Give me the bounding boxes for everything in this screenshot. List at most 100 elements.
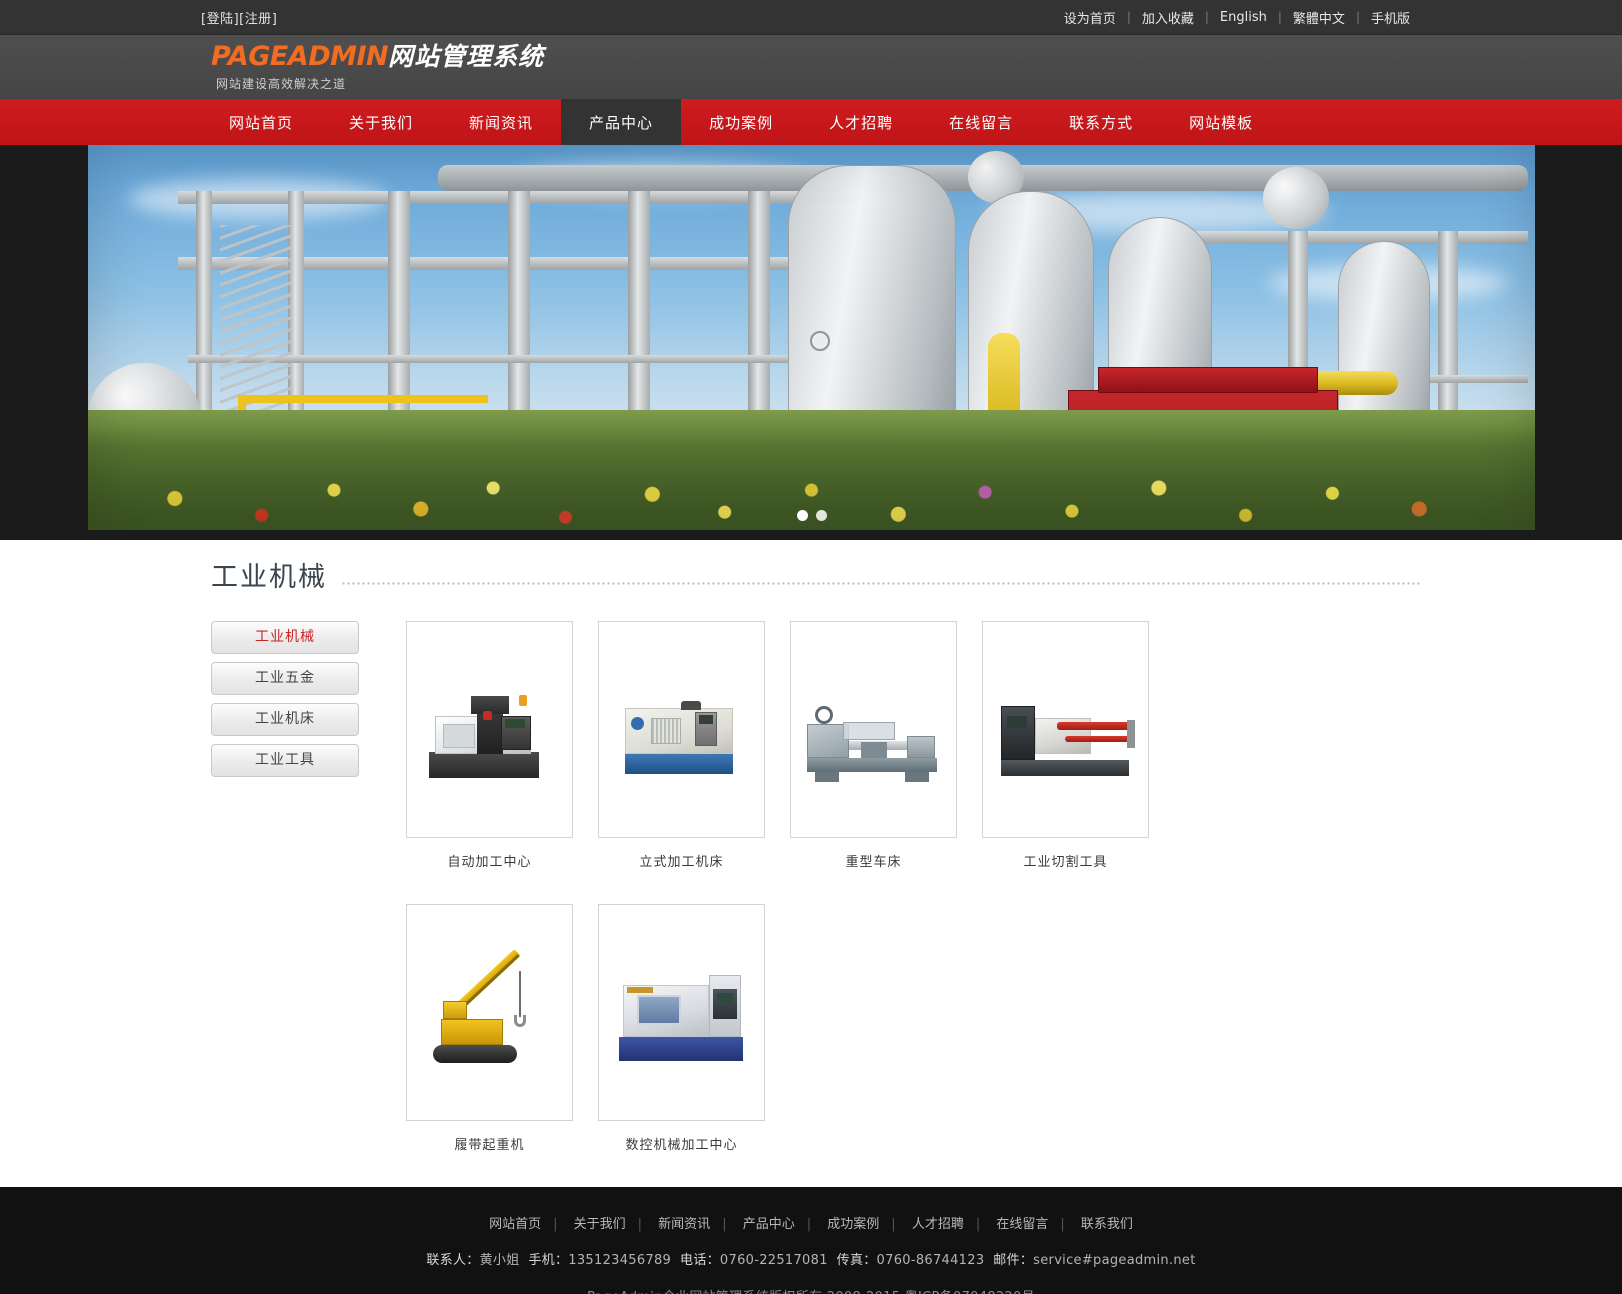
mobile-version-link[interactable]: 手机版 [1360, 8, 1421, 27]
contact-person-value: 黄小姐 [479, 1253, 520, 1268]
category-sidebar: 工业机械 工业五金 工业机床 工业工具 [201, 621, 391, 785]
crawler-crane-image [415, 948, 565, 1073]
mobile-value: 135123456789 [568, 1253, 672, 1268]
footer-link-message[interactable]: 在线留言 [984, 1217, 1060, 1232]
fax-value: 0760-86744123 [876, 1253, 985, 1268]
product-card[interactable]: 履带起重机 [406, 904, 598, 1153]
english-link[interactable]: English [1209, 10, 1278, 25]
footer-contact-line: 联系人：黄小姐 手机：135123456789 电话：0760-22517081… [191, 1249, 1431, 1268]
mobile-label: 手机： [528, 1253, 569, 1268]
logo-title-line: PAGEADMIN网站管理系统 [211, 43, 1421, 70]
utility-links: 设为首页 | 加入收藏 | English | 繁體中文 | 手机版 [1053, 8, 1421, 27]
footer-separator: | [806, 1217, 812, 1232]
logo-brand-en: PAGEADMIN [211, 40, 389, 72]
product-name: 重型车床 [845, 855, 902, 870]
content-area: 工业机械 工业机械 工业五金 工业机床 工业工具 自动加工中心 立式加工机床 重… [0, 540, 1622, 1187]
content-columns: 工业机械 工业五金 工业机床 工业工具 自动加工中心 立式加工机床 重型车床 工… [201, 621, 1421, 1187]
login-link[interactable]: [登陆] [201, 12, 239, 27]
product-row: 自动加工中心 立式加工机床 重型车床 工业切割工具 [406, 621, 1421, 870]
product-grid: 自动加工中心 立式加工机床 重型车床 工业切割工具 履带起重机 数控机械加工中心 [391, 621, 1421, 1187]
fax-label: 传真： [836, 1253, 877, 1268]
nav-item-contact[interactable]: 联系方式 [1041, 99, 1161, 145]
site-logo[interactable]: PAGEADMIN网站管理系统 网站建设高效解决之道 [201, 43, 1421, 92]
product-card[interactable]: 数控机械加工中心 [598, 904, 790, 1153]
carousel-dot-2[interactable] [815, 510, 827, 521]
copyright-text: PageAdmin企业网站管理系统版权所有 2008-2015 粤ICP备070… [191, 1286, 1431, 1294]
carousel-dot-1[interactable] [796, 510, 808, 521]
page-title: 工业机械 [211, 562, 327, 593]
logo-tagline: 网站建设高效解决之道 [216, 76, 347, 91]
top-utility-bar: [登陆][注册] 设为首页 | 加入收藏 | English | 繁體中文 | … [0, 0, 1622, 35]
register-link[interactable]: [注册] [239, 12, 277, 27]
nav-item-about[interactable]: 关于我们 [321, 99, 441, 145]
footer-link-contact[interactable]: 联系我们 [1069, 1217, 1145, 1232]
nav-item-news[interactable]: 新闻资讯 [441, 99, 561, 145]
footer-link-home[interactable]: 网站首页 [477, 1217, 553, 1232]
logo-brand-cn: 网站管理系统 [388, 41, 545, 71]
add-favorite-link[interactable]: 加入收藏 [1131, 8, 1205, 27]
footer-link-cases[interactable]: 成功案例 [815, 1217, 891, 1232]
hero-banner-carousel[interactable] [88, 145, 1535, 530]
traditional-chinese-link[interactable]: 繁體中文 [1282, 8, 1356, 27]
product-card[interactable]: 自动加工中心 [406, 621, 598, 870]
footer-separator: | [891, 1217, 896, 1232]
cutting-tool-image [991, 670, 1141, 790]
product-card[interactable]: 重型车床 [790, 621, 982, 870]
footer-link-about[interactable]: 关于我们 [562, 1217, 638, 1232]
nav-item-products[interactable]: 产品中心 [561, 99, 682, 145]
sidebar-item-industrial-machinery[interactable]: 工业机械 [211, 621, 359, 654]
cnc-machining-center-image [607, 953, 757, 1073]
product-image-frame[interactable] [598, 621, 765, 838]
product-name: 自动加工中心 [447, 855, 532, 870]
machining-center-image [415, 670, 565, 790]
nav-item-message[interactable]: 在线留言 [921, 99, 1041, 145]
footer-link-products[interactable]: 产品中心 [731, 1217, 807, 1232]
product-name: 数控机械加工中心 [625, 1138, 738, 1153]
account-links: [登陆][注册] [201, 8, 277, 27]
footer-separator: | [1060, 1217, 1065, 1232]
tel-label: 电话： [680, 1253, 720, 1268]
set-homepage-link[interactable]: 设为首页 [1053, 8, 1127, 27]
footer-navigation: 网站首页 | 关于我们 | 新闻资讯 | 产品中心 | 成功案例 | 人才招聘 | 在线留言… [191, 1213, 1431, 1232]
email-label: 邮件： [993, 1253, 1034, 1268]
product-row: 履带起重机 数控机械加工中心 [406, 904, 1421, 1153]
product-card[interactable]: 立式加工机床 [598, 621, 790, 870]
nav-item-jobs[interactable]: 人才招聘 [801, 99, 921, 145]
product-image-frame[interactable] [406, 621, 573, 838]
nav-item-home[interactable]: 网站首页 [201, 99, 321, 145]
product-card[interactable]: 工业切割工具 [982, 621, 1174, 870]
product-name: 履带起重机 [454, 1138, 525, 1153]
footer-link-news[interactable]: 新闻资讯 [646, 1217, 722, 1232]
tel-value: 0760-22517081 [719, 1253, 828, 1268]
product-name: 立式加工机床 [639, 855, 724, 870]
footer-link-jobs[interactable]: 人才招聘 [900, 1217, 976, 1232]
contact-person-label: 联系人： [426, 1253, 480, 1268]
product-image-frame[interactable] [598, 904, 765, 1121]
sidebar-item-industrial-hardware[interactable]: 工业五金 [211, 662, 359, 695]
main-navigation: 网站首页 关于我们 新闻资讯 产品中心 成功案例 人才招聘 在线留言 联系方式 … [0, 99, 1622, 145]
sidebar-item-machine-tools[interactable]: 工业机床 [211, 703, 359, 736]
site-footer-inner: 网站首页 | 关于我们 | 新闻资讯 | 产品中心 | 成功案例 | 人才招聘 | 在线留言… [191, 1213, 1431, 1294]
footer-separator: | [722, 1217, 727, 1232]
product-image-frame[interactable] [790, 621, 957, 838]
banner-vignette [88, 145, 1535, 530]
banner-strip [0, 145, 1622, 540]
product-image-frame[interactable] [406, 904, 573, 1121]
product-image-frame[interactable] [982, 621, 1149, 838]
page-root: [登陆][注册] 设为首页 | 加入收藏 | English | 繁體中文 | … [0, 0, 1622, 1294]
top-utility-inner: [登陆][注册] 设为首页 | 加入收藏 | English | 繁體中文 | … [191, 8, 1431, 27]
carousel-pagination [796, 510, 827, 521]
nav-item-templates[interactable]: 网站模板 [1161, 99, 1281, 145]
site-header-inner: PAGEADMIN网站管理系统 网站建设高效解决之道 [191, 43, 1431, 92]
section-divider [341, 578, 1421, 587]
footer-separator: | [553, 1217, 558, 1232]
nav-item-cases[interactable]: 成功案例 [681, 99, 801, 145]
footer-separator: | [975, 1217, 981, 1232]
main-navigation-inner: 网站首页 关于我们 新闻资讯 产品中心 成功案例 人才招聘 在线留言 联系方式 … [191, 99, 1431, 145]
section-header: 工业机械 [201, 564, 1421, 591]
email-value: service#pageadmin.net [1033, 1253, 1196, 1268]
content-inner: 工业机械 工业机械 工业五金 工业机床 工业工具 自动加工中心 立式加工机床 重… [191, 564, 1431, 1187]
heavy-lathe-image [799, 670, 949, 790]
footer-separator: | [637, 1217, 643, 1232]
sidebar-item-industrial-tools[interactable]: 工业工具 [211, 744, 359, 777]
